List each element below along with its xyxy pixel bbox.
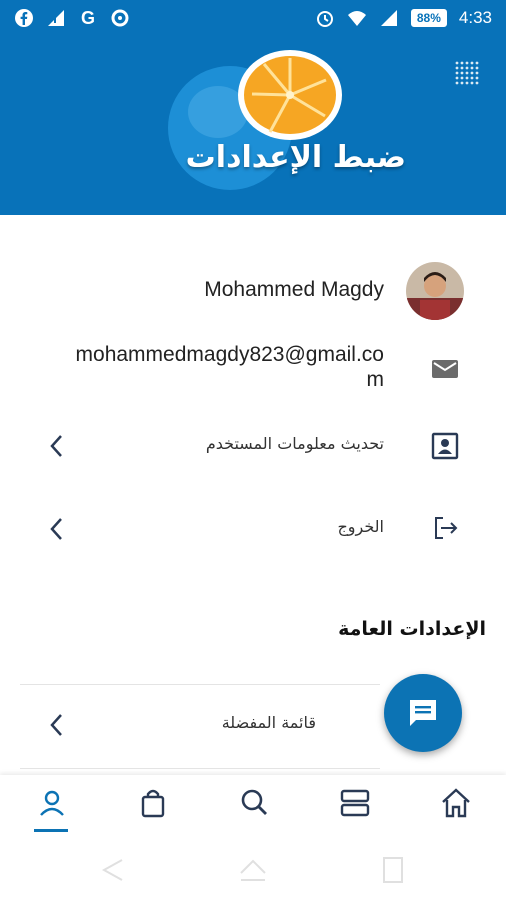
search-icon[interactable]	[238, 787, 270, 819]
cell-signal-icon	[380, 10, 397, 26]
profile-icon[interactable]	[36, 787, 68, 819]
google-icon: G	[81, 8, 95, 28]
back-icon[interactable]	[98, 855, 128, 885]
favorites-list-button[interactable]: قائمة المفضلة	[222, 713, 316, 732]
status-left-icons: G	[14, 8, 130, 28]
chat-fab-button[interactable]	[384, 674, 462, 752]
chevron-left-icon[interactable]	[48, 433, 66, 459]
header-banner: G 88% 4:33 ضبط الإعدادات	[0, 0, 506, 215]
clock: 4:33	[458, 8, 492, 27]
system-navigation	[0, 835, 506, 900]
bottom-navigation	[0, 775, 506, 835]
alarm-icon	[316, 11, 333, 27]
home-button-icon[interactable]	[238, 855, 268, 885]
user-name: Mohammed Magdy	[204, 278, 384, 301]
settings-screen: G 88% 4:33 ضبط الإعدادات Mohammed Magdy …	[0, 0, 506, 900]
divider	[20, 768, 380, 769]
user-email: mohammedmagdy823@gmail.com	[75, 343, 384, 391]
section-title-general-settings: الإعدادات العامة	[338, 618, 486, 640]
divider	[20, 684, 380, 685]
avatar	[406, 262, 464, 320]
signal-alert-icon	[48, 10, 64, 26]
chat-icon	[410, 700, 436, 726]
active-tab-indicator	[34, 829, 68, 832]
wifi-icon	[347, 11, 366, 26]
facebook-icon	[15, 9, 33, 27]
user-card-icon	[431, 432, 459, 460]
page-title: ضبط الإعدادات	[185, 140, 406, 175]
chevron-left-icon[interactable]	[48, 516, 66, 542]
status-bar: G 88% 4:33	[0, 0, 506, 36]
notification-app-icon	[111, 9, 129, 27]
recent-apps-icon[interactable]	[378, 855, 408, 885]
svg-text:G: G	[81, 8, 95, 28]
home-icon[interactable]	[440, 787, 472, 819]
chevron-left-icon[interactable]	[48, 712, 66, 738]
bag-icon[interactable]	[137, 787, 169, 819]
battery-indicator: 88%	[410, 9, 447, 27]
grid-dots-icon[interactable]	[454, 60, 480, 86]
mail-icon	[432, 360, 458, 378]
menu-layout-icon[interactable]	[339, 787, 371, 819]
logout-icon	[435, 517, 458, 539]
update-user-info-button[interactable]: تحديث معلومات المستخدم	[206, 434, 384, 453]
status-right-icons: 88% 4:33	[315, 8, 492, 28]
logout-button[interactable]: الخروج	[337, 517, 384, 536]
orange-illustration	[168, 50, 342, 190]
